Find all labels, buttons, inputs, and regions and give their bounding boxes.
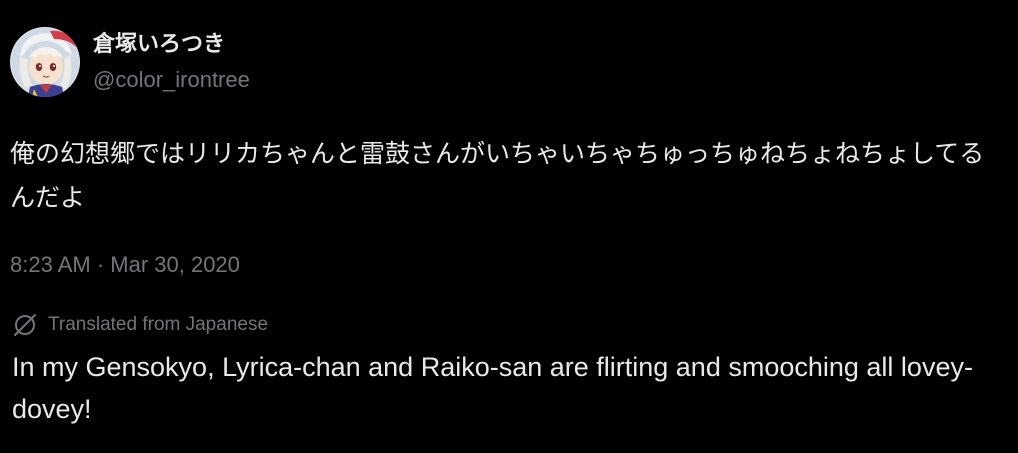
translation-label: Translated from Japanese [48,314,269,335]
author-names: 倉塚いろつき @color_irontree [93,30,250,94]
tweet-text: 俺の幻想郷ではリリカちゃんと雷鼓さんがいちゃいちゃちゅっちゅねちょねちょしてるん… [10,139,985,212]
avatar[interactable] [10,27,80,97]
tweet-timestamp[interactable]: 8:23 AM · Mar 30, 2020 [10,250,240,280]
translation-text: In my Gensokyo, Lyrica-chan and Raiko-sa… [12,352,973,424]
author-handle[interactable]: @color_irontree [93,66,250,94]
character-avatar-icon [10,27,80,97]
tweet-card: 倉塚いろつき @color_irontree 俺の幻想郷ではリリカちゃんと雷鼓さ… [0,0,1018,453]
translation-label-row: Translated from Japanese [12,312,268,338]
author-display-name[interactable]: 倉塚いろつき [93,30,250,60]
translate-globe-icon [12,312,38,338]
tweet-header: 倉塚いろつき @color_irontree [10,26,250,98]
